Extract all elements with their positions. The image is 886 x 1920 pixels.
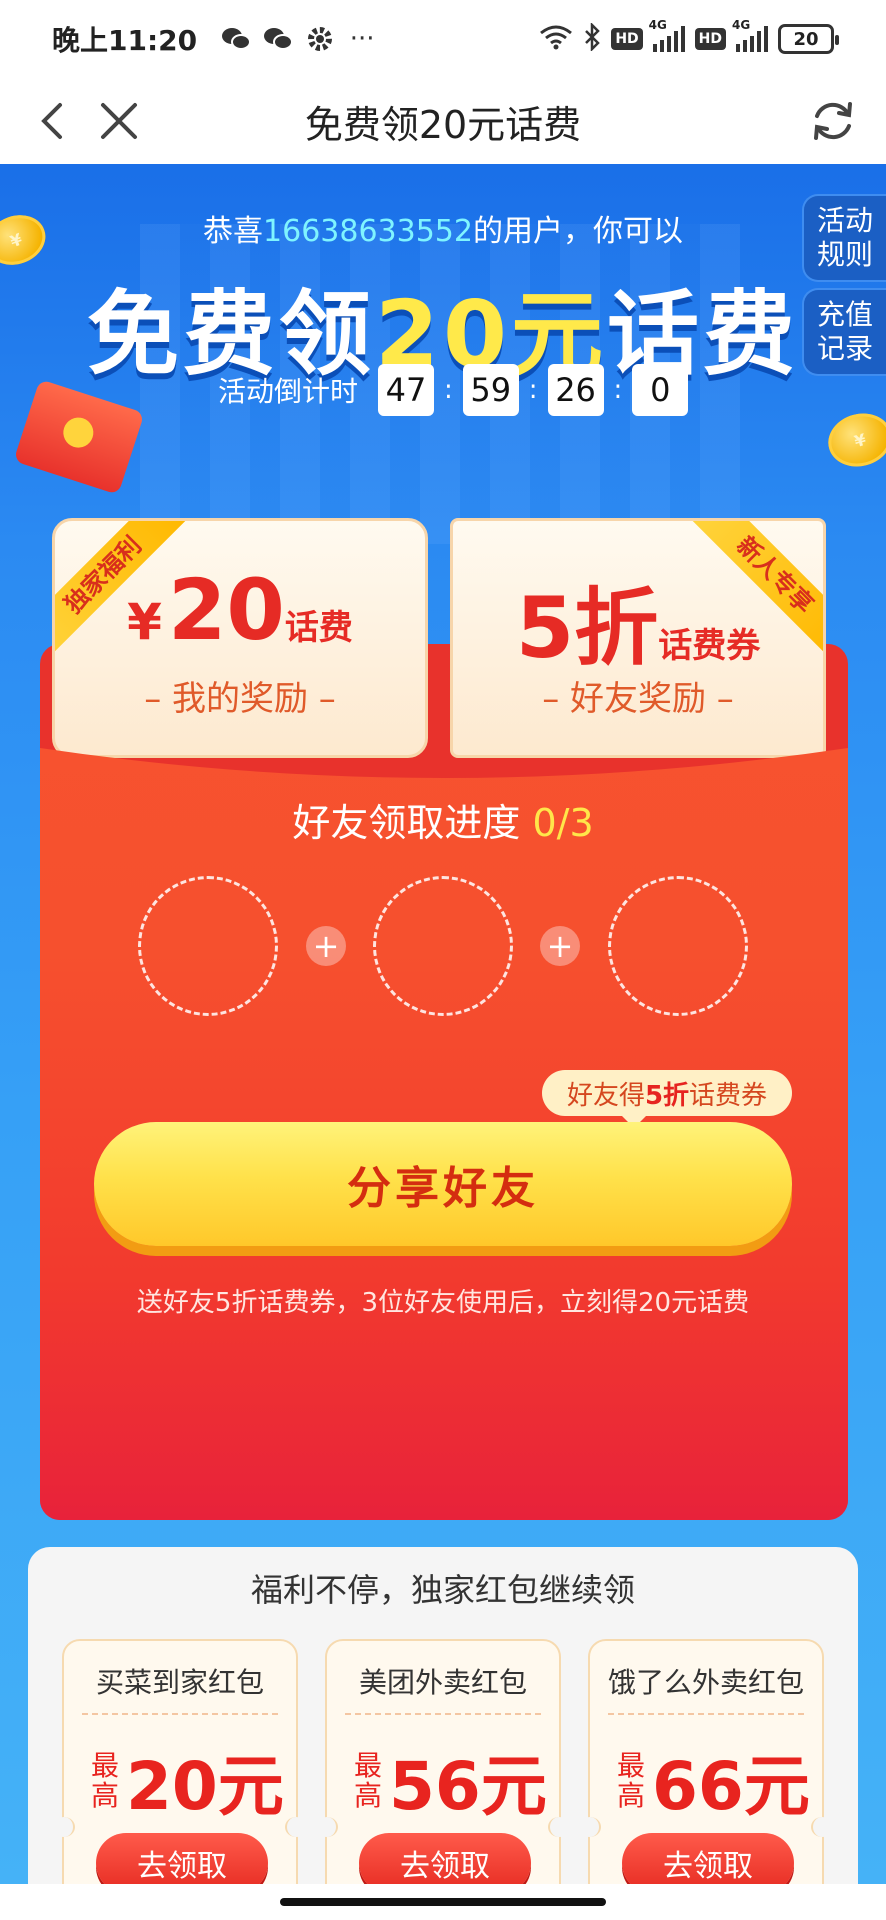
promo-page: 恭喜16638633552的用户，你可以 免费领20元话费 活动倒计时 47 :… (0, 164, 886, 1884)
friend-slot (373, 876, 513, 1016)
coupon-name: 饿了么外卖红包 (607, 1666, 804, 1699)
countdown-seconds: 26 (547, 364, 604, 416)
friend-bonus-tooltip: 好友得 5折 话费券 (542, 1070, 792, 1128)
coupon-name: 买菜到家红包 (95, 1666, 264, 1699)
countdown: 活动倒计时 47 : 59 : 26 : 0 (218, 364, 689, 416)
coupon-name: 美团外卖红包 (358, 1666, 527, 1699)
wifi-icon (539, 24, 573, 54)
congrats-text: 恭喜16638633552的用户，你可以 (203, 214, 683, 249)
coupon-amount: 最高 56元 (353, 1748, 547, 1825)
nav-bar: 免费领20元话费 (0, 78, 886, 164)
friend-reward-label: – 好友奖励 – (542, 679, 734, 719)
friend-slot (608, 876, 748, 1016)
gear-icon (303, 22, 337, 56)
countdown-minutes: 59 (462, 364, 519, 416)
friend-reward-value: 5折话费券 (515, 579, 761, 677)
signal-icon: 4G (732, 18, 768, 52)
my-reward-value: ¥20话费 (127, 561, 353, 659)
refresh-icon (814, 102, 852, 140)
friend-reward-card: 新人专享 5折话费券 – 好友奖励 – (450, 518, 826, 758)
more-icon: ··· (349, 24, 375, 54)
coupon-card: 美团外卖红包 最高 56元 去领取 (316, 1639, 570, 1884)
close-button[interactable] (96, 98, 142, 144)
welfare-panel: 福利不停，独家红包继续领 买菜到家红包 最高 20元 去领取 美团外卖红包 最高 5… (28, 1547, 858, 1884)
share-description: 送好友5折话费券，3位好友使用后，立刻得20元话费 (136, 1288, 750, 1318)
share-friends-button[interactable]: 分享好友 (94, 1122, 792, 1246)
plus-icon: + (306, 926, 346, 966)
chevron-left-icon (41, 103, 62, 139)
my-reward-card: 独家福利 ¥20话费 – 我的奖励 – (52, 518, 428, 758)
countdown-hours: 47 (378, 364, 435, 416)
claim-button[interactable]: 去领取 (622, 1833, 794, 1884)
coupon-amount: 最高 20元 (90, 1748, 284, 1825)
hd-badge: HD (694, 28, 726, 50)
hd-badge: HD (611, 28, 643, 50)
friend-slot (138, 876, 278, 1016)
red-packet-icon (13, 379, 145, 495)
status-bar: 晚上11:20 ··· HD 4G HD 4G 20 (0, 0, 886, 78)
wechat-icon (261, 22, 295, 56)
welfare-title: 福利不停，独家红包继续领 (250, 1571, 635, 1609)
home-indicator[interactable] (280, 1898, 606, 1906)
claim-button[interactable]: 去领取 (96, 1833, 268, 1884)
coupon-card: 买菜到家红包 最高 20元 去领取 (53, 1639, 307, 1884)
claim-button[interactable]: 去领取 (359, 1833, 531, 1884)
refresh-button[interactable] (808, 96, 858, 146)
signal-icon: 4G (649, 18, 685, 52)
coupon-amount: 最高 66元 (616, 1748, 810, 1825)
close-icon (101, 103, 137, 139)
plus-icon: + (540, 926, 580, 966)
countdown-tenths: 0 (632, 364, 689, 416)
bluetooth-icon (583, 21, 601, 55)
progress-title: 好友领取进度 0/3 (292, 801, 594, 845)
progress-count: 0/3 (532, 801, 594, 845)
records-button[interactable]: 充值记录 (802, 288, 886, 376)
wechat-icon (219, 22, 253, 56)
phone-number: 16638633552 (263, 214, 473, 249)
rules-button[interactable]: 活动规则 (802, 194, 886, 282)
battery-icon: 20 (778, 24, 839, 54)
status-time: 晚上11:20 (52, 24, 198, 57)
back-button[interactable] (30, 98, 76, 144)
coin-icon (822, 406, 886, 474)
coupon-card: 饿了么外卖红包 最高 66元 去领取 (579, 1639, 833, 1884)
my-reward-label: – 我的奖励 – (144, 679, 336, 719)
countdown-label: 活动倒计时 (218, 375, 359, 408)
